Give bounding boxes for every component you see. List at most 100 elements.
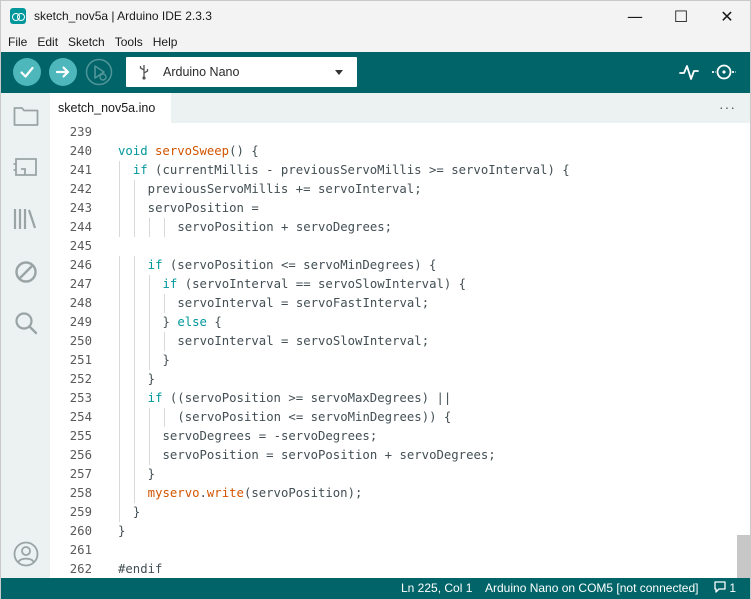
line-number: 240 [69,144,92,158]
code-line[interactable]: 241 if (currentMillis - previousServoMill… [50,161,737,180]
close-button[interactable]: ✕ [704,1,750,31]
code-line[interactable]: 253 if ((servoPosition >= servoMaxDegrees… [50,389,737,408]
indent-guide [133,275,135,294]
indent-guide [163,332,165,351]
line-number: 246 [69,258,92,272]
indent-guide [119,389,120,408]
code-line[interactable]: 247 if (servoInterval == servoSlowInterva… [50,275,737,294]
code-line[interactable]: 251} [50,351,737,370]
code-text: } [147,372,156,386]
code-line[interactable]: 255 servoDegrees = -servoDegrees; [50,427,737,446]
minimize-button[interactable]: — [612,1,658,31]
line-number: 245 [69,239,92,253]
code-line[interactable]: 250 servoInterval = servoSlowInterval; [50,332,737,351]
indent-guide [119,351,120,370]
verify-button[interactable] [13,58,41,86]
debug-icon [85,58,113,86]
menu-sketch[interactable]: Sketch [63,35,110,49]
debug-toggle-button[interactable] [13,259,39,285]
board-port-status[interactable]: Arduino Nano on COM5 [not connected] [485,581,698,595]
code-text: servoPosition = servoPosition + servoDeg… [162,448,496,462]
indent-guide [148,218,150,237]
more-actions-icon[interactable]: ··· [719,99,736,115]
verify-icon [20,66,34,78]
indent-guide [148,351,150,370]
tab-sketch-file[interactable]: sketch_nov5a.ino [50,93,171,123]
line-number: 253 [69,391,92,405]
code-line[interactable]: 254 (servoPosition <= servoMinDegrees)) { [50,408,737,427]
scrollbar-thumb[interactable] [737,535,750,578]
serial-monitor-button[interactable] [711,61,737,86]
boards-manager-icon [13,158,37,176]
code-line[interactable]: 244 servoPosition + servoDegrees; [50,218,737,237]
code-text: servoPosition + servoDegrees; [177,220,393,234]
upload-button[interactable] [49,58,77,86]
line-number: 260 [69,524,92,538]
board-selector[interactable]: Arduino Nano [126,57,357,87]
code-line[interactable]: 246 if (servoPosition <= servoMinDegrees)… [50,256,737,275]
code-line[interactable]: 257} [50,465,737,484]
line-number: 257 [69,467,92,481]
usb-icon [139,65,149,80]
code-line[interactable]: 243 servoPosition = [50,199,737,218]
code-text: if (servoPosition <= servoMinDegrees) { [147,258,437,272]
indent-guide [148,446,150,465]
menu-tools[interactable]: Tools [110,35,148,49]
indent-guide [133,427,135,446]
indent-guide [148,408,150,427]
board-name: Arduino Nano [163,65,240,79]
code-line[interactable]: 252} [50,370,737,389]
code-line[interactable]: 259} [50,503,737,522]
code-editor[interactable]: 239 240 void servoSweep() {241 if (currentM… [50,123,737,578]
menu-file[interactable]: File [3,35,32,49]
line-number: 239 [69,125,92,139]
indent-guide [163,408,165,427]
status-bar: Ln 225, Col 1 Arduino Nano on COM5 [not … [1,578,750,599]
boards-manager-button[interactable] [13,154,39,180]
line-number: 258 [69,486,92,500]
indent-guide [163,218,165,237]
account-button[interactable] [13,541,39,567]
indent-guide [148,275,150,294]
code-line[interactable]: 258 myservo.write(servoPosition); [50,484,737,503]
code-line[interactable]: 249} else { [50,313,737,332]
code-text: } [118,524,126,538]
indent-guide [133,313,135,332]
code-line[interactable]: 240 void servoSweep() { [50,142,737,161]
menu-edit[interactable]: Edit [32,35,63,49]
code-line[interactable]: 239 [50,123,737,142]
sketchbook-button[interactable] [13,103,39,129]
line-number: 244 [69,220,92,234]
maximize-button[interactable]: ☐ [658,1,704,31]
serial-plotter-button[interactable] [678,61,700,86]
search-button[interactable] [13,310,39,336]
indent-guide [133,351,135,370]
indent-guide [133,370,135,389]
code-text: previousServoMillis += servoInterval; [147,182,422,196]
indent-guide [119,503,120,522]
toolbar: Arduino Nano [1,52,750,93]
debug-button[interactable] [85,58,113,86]
code-text: if (servoInterval == servoSlowInterval) … [162,277,467,291]
code-line[interactable]: 260} [50,522,737,541]
indent-guide [133,332,135,351]
code-line[interactable]: 262 #endif [50,560,737,578]
chevron-down-icon [335,70,343,75]
notifications-indicator[interactable]: 1 [714,581,736,595]
code-line[interactable]: 256 servoPosition = servoPosition + servo… [50,446,737,465]
indent-guide [119,218,120,237]
code-line[interactable]: 248 servoInterval = servoFastInterval; [50,294,737,313]
menu-bar: File Edit Sketch Tools Help [1,31,750,52]
editor-scrollbar[interactable] [737,123,750,578]
code-line[interactable]: 261 [50,541,737,560]
menu-help[interactable]: Help [148,35,183,49]
library-manager-button[interactable] [13,206,39,232]
code-line[interactable]: 242 previousServoMillis += servoInterval; [50,180,737,199]
code-line[interactable]: 245 [50,237,737,256]
indent-guide [119,199,120,218]
code-text: } else { [162,315,222,329]
indent-guide [119,275,120,294]
code-text: } [147,467,156,481]
cursor-position[interactable]: Ln 225, Col 1 [401,581,472,595]
window-controls: — ☐ ✕ [612,1,750,31]
